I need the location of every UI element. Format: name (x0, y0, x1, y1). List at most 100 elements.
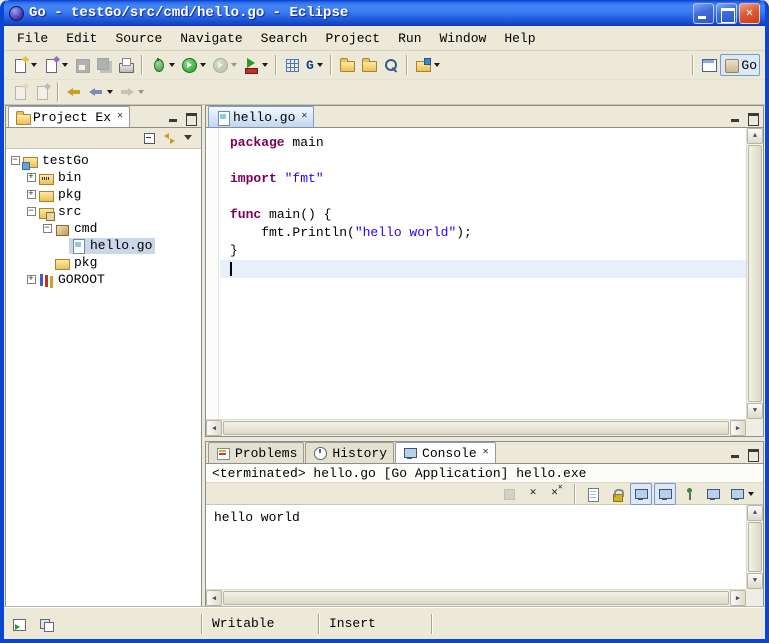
remove-launch-button[interactable]: ✕ (522, 483, 544, 505)
minimize-button[interactable] (693, 3, 714, 24)
expander-icon[interactable]: − (41, 221, 53, 237)
save-button[interactable] (71, 54, 93, 76)
show-stdout-button[interactable] (630, 483, 652, 505)
import-folder-button[interactable] (358, 54, 380, 76)
tab-history[interactable]: History (305, 442, 394, 463)
run-button[interactable] (178, 54, 209, 76)
fast-view-icon[interactable] (12, 616, 28, 632)
view-menu-icon[interactable] (181, 130, 197, 146)
tab-problems[interactable]: Problems (208, 442, 304, 463)
tree-item-testgo[interactable]: − testGo (9, 152, 201, 169)
scrollbar-thumb[interactable] (748, 145, 762, 402)
maximize-view-button[interactable] (746, 112, 759, 124)
tree-item-hello-go[interactable]: hello.go (9, 237, 201, 254)
menu-window[interactable]: Window (431, 28, 496, 49)
expander-icon[interactable]: − (9, 153, 21, 169)
scroll-down-icon[interactable]: ▼ (747, 573, 763, 589)
scroll-up-icon[interactable]: ▲ (747, 128, 763, 144)
expander-icon[interactable]: + (25, 170, 37, 186)
code-editor[interactable]: package main import "fmt" func main() { … (220, 128, 746, 419)
team-sync-button[interactable] (412, 54, 443, 76)
tree-item-cmd[interactable]: − cmd (9, 220, 201, 237)
tree-item-pkg[interactable]: + pkg (9, 186, 201, 203)
tree-item-goroot[interactable]: + GOROOT (9, 271, 201, 288)
go-build-button[interactable]: G (303, 54, 326, 76)
console-vertical-scrollbar[interactable]: ▲ ▼ (746, 505, 763, 589)
display-console-button[interactable] (702, 483, 724, 505)
tree-item-src[interactable]: − src (9, 203, 201, 220)
collapse-all-icon[interactable] (143, 130, 159, 146)
scroll-up-icon[interactable]: ▲ (747, 505, 763, 521)
menu-project[interactable]: Project (316, 28, 389, 49)
trim-stack-icon[interactable] (38, 616, 54, 632)
close-icon[interactable]: ✕ (481, 448, 489, 458)
expander-icon[interactable]: + (25, 187, 37, 203)
tab-console[interactable]: Console ✕ (395, 442, 496, 463)
scroll-lock-button[interactable] (606, 483, 628, 505)
menu-help[interactable]: Help (495, 28, 544, 49)
scrollbar-thumb[interactable] (748, 522, 762, 572)
annotation-ruler[interactable] (206, 128, 219, 419)
menu-navigate[interactable]: Navigate (171, 28, 251, 49)
link-with-editor-icon[interactable] (162, 130, 178, 146)
menu-file[interactable]: File (8, 28, 57, 49)
scroll-left-icon[interactable]: ◀ (206, 420, 222, 436)
title-bar[interactable]: Go - testGo/src/cmd/hello.go - Eclipse ✕ (4, 0, 765, 26)
search-button[interactable] (380, 54, 402, 76)
expander-icon[interactable]: + (25, 272, 37, 288)
console-output[interactable]: hello world (206, 505, 746, 589)
tab-hello-go[interactable]: hello.go ✕ (208, 106, 314, 127)
run-last-button[interactable] (209, 54, 240, 76)
minimize-view-button[interactable] (167, 112, 180, 124)
editor-horizontal-scrollbar[interactable]: ◀ ▶ (206, 419, 746, 436)
maximize-view-button[interactable] (746, 448, 759, 460)
print-button[interactable] (115, 54, 137, 76)
open-folder-button[interactable] (336, 54, 358, 76)
scrollbar-thumb[interactable] (223, 591, 729, 605)
expander-icon[interactable]: − (25, 204, 37, 220)
code-line: func main() { (230, 206, 746, 224)
last-edit-location-button[interactable] (63, 81, 85, 103)
pin-editor-button[interactable] (9, 81, 31, 103)
scroll-down-icon[interactable]: ▼ (747, 403, 763, 419)
external-tools-button[interactable] (240, 54, 271, 76)
close-icon[interactable]: ✕ (115, 112, 123, 122)
console-horizontal-scrollbar[interactable]: ◀ ▶ (206, 589, 746, 606)
editor-vertical-scrollbar[interactable]: ▲ ▼ (746, 128, 763, 419)
project-tree[interactable]: − testGo + bin + pkg − src (6, 149, 201, 606)
minimize-view-button[interactable] (729, 112, 742, 124)
new-go-app-button[interactable] (281, 54, 303, 76)
new-wizard-button[interactable] (9, 54, 40, 76)
menu-search[interactable]: Search (252, 28, 317, 49)
maximize-button[interactable] (716, 3, 737, 24)
back-button[interactable] (85, 81, 116, 103)
minimize-view-button[interactable] (729, 448, 742, 460)
tree-item-bin[interactable]: + bin (9, 169, 201, 186)
show-stderr-button[interactable] (654, 483, 676, 505)
scroll-right-icon[interactable]: ▶ (730, 420, 746, 436)
save-all-button[interactable] (93, 54, 115, 76)
terminate-button[interactable] (498, 483, 520, 505)
pin-console-button[interactable] (678, 483, 700, 505)
remove-all-terminated-button[interactable]: ✕✕ (546, 483, 568, 505)
menu-edit[interactable]: Edit (57, 28, 106, 49)
forward-button[interactable] (116, 81, 147, 103)
go-perspective-button[interactable]: Go (720, 54, 760, 76)
scrollbar-thumb[interactable] (223, 421, 729, 435)
scroll-right-icon[interactable]: ▶ (730, 590, 746, 606)
close-icon[interactable]: ✕ (299, 112, 307, 122)
tab-project-explorer[interactable]: Project Ex ✕ (8, 106, 130, 127)
open-perspective-button[interactable] (698, 54, 720, 76)
link-resource-button[interactable] (31, 81, 53, 103)
open-console-button[interactable] (726, 483, 757, 505)
clear-console-button[interactable] (582, 483, 604, 505)
new-go-element-button[interactable] (40, 54, 71, 76)
menu-source[interactable]: Source (106, 28, 171, 49)
maximize-view-button[interactable] (184, 112, 197, 124)
debug-button[interactable] (147, 54, 178, 76)
menu-run[interactable]: Run (389, 28, 430, 49)
tree-item-src-pkg[interactable]: pkg (9, 254, 201, 271)
scroll-left-icon[interactable]: ◀ (206, 590, 222, 606)
status-bar: Writable Insert (4, 607, 765, 639)
close-button[interactable]: ✕ (739, 3, 760, 24)
